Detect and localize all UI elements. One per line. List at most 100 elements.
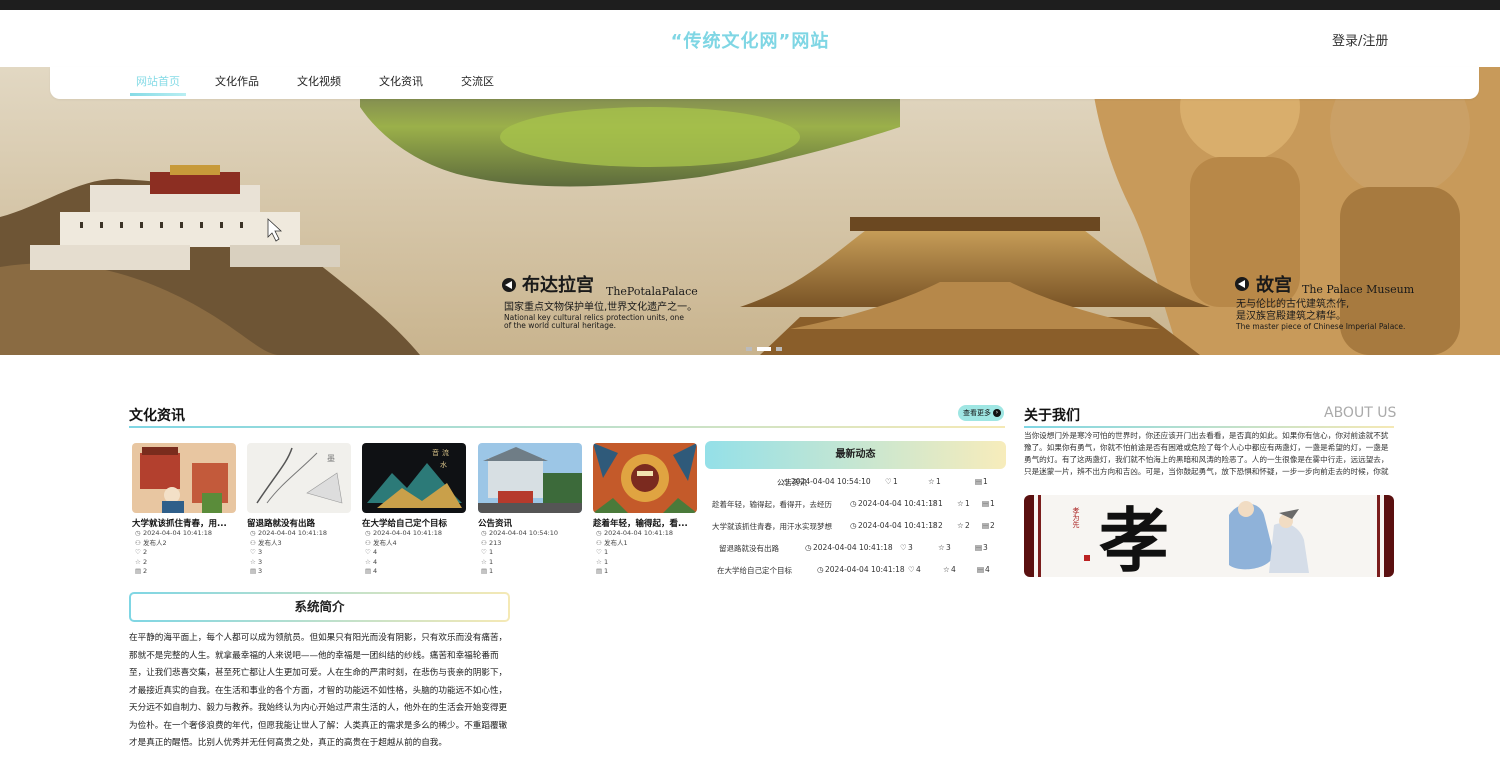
star-icon: ☆ — [250, 557, 256, 566]
about-image: 孝 孝为先 — [1024, 495, 1394, 577]
news-card[interactable]: 大学就该抓住青春，用... ◷ 2024-04-04 10:41:18 ⚇ 发布人2… — [132, 443, 236, 577]
news-card-comments: 3 — [258, 567, 263, 575]
star-icon: ☆ — [957, 499, 964, 508]
latest-row-comments: 1 — [983, 477, 988, 486]
star-icon: ☆ — [135, 557, 141, 566]
nav-news[interactable]: 文化资讯 — [379, 73, 423, 93]
thumb-up-icon: ♡ — [930, 499, 937, 508]
user-icon: ⚇ — [135, 538, 141, 547]
news-thumb: 墨 — [247, 443, 351, 513]
thumb-up-icon: ♡ — [135, 548, 141, 556]
clock-icon: ◷ — [817, 565, 824, 574]
news-card-comments: 4 — [373, 567, 378, 575]
user-icon: ⚇ — [250, 538, 256, 547]
clock-icon: ◷ — [596, 529, 602, 537]
comment-icon: ▤ — [975, 543, 983, 552]
news-card-date: 2024-04-04 10:41:18 — [258, 529, 328, 537]
news-thumb — [593, 443, 697, 513]
star-icon: ☆ — [938, 543, 945, 552]
nav-home[interactable]: 网站首页 — [130, 73, 186, 96]
latest-row[interactable]: 留退路就没有出路 ◷ 2024-04-04 10:41:18 ♡ 3 ☆ 3 ▤ 3 — [705, 543, 1006, 565]
news-card-date: 2024-04-04 10:54:10 — [489, 529, 559, 537]
nav-videos[interactable]: 文化视频 — [297, 73, 341, 93]
user-icon: ⚇ — [365, 538, 371, 547]
latest-row-title: 大学就该抓住青春，用汗水实现梦想 — [712, 522, 832, 531]
news-card[interactable]: 趁着年轻，输得起，看... ◷ 2024-04-04 10:41:18 ⚇ 发布人1… — [593, 443, 697, 577]
clock-icon: ◷ — [481, 529, 487, 537]
news-card-likes: 4 — [373, 548, 378, 556]
museum-desc-cn1: 无与伦比的古代建筑杰作, — [1236, 297, 1349, 310]
top-dark-strip — [0, 0, 1500, 10]
star-icon: ☆ — [481, 557, 487, 566]
thumb-up-icon: ♡ — [250, 548, 256, 556]
latest-row-likes: 1 — [938, 499, 943, 508]
banner-art: 布达拉宫 ThePotalaPalace 国家重点文物保护单位,世界文化遗产之一… — [0, 67, 1500, 355]
latest-row-date: 2024-04-04 10:41:18 — [858, 521, 938, 530]
svg-text:音: 音 — [432, 448, 439, 457]
news-card-collects: 4 — [373, 557, 378, 566]
news-card-comments: 1 — [604, 567, 609, 575]
news-thumb: 音流水 — [362, 443, 466, 513]
view-more-label: 查看更多 — [963, 409, 991, 417]
latest-row-likes: 2 — [938, 521, 943, 530]
news-card[interactable]: 墨 留退路就没有出路 ◷ 2024-04-04 10:41:18 ⚇ 发布人3 ♡ 3… — [247, 443, 351, 577]
nav-works[interactable]: 文化作品 — [215, 73, 259, 93]
news-thumb — [478, 443, 582, 513]
news-section-title: 文化资讯 — [129, 408, 185, 424]
latest-row[interactable]: 大学就该抓住青春，用汗水实现梦想 ◷ 2024-04-04 10:41:18 ♡ 2 ☆ 2… — [705, 521, 1006, 543]
news-thumb — [132, 443, 236, 513]
latest-row[interactable]: 在大学给自己定个目标 ◷ 2024-04-04 10:41:18 ♡ 4 ☆ 4 ▤ 4 — [705, 565, 1006, 587]
about-divider — [1024, 426, 1394, 428]
star-icon: ☆ — [943, 565, 950, 574]
latest-row-date: 2024-04-04 10:54:10 — [791, 477, 871, 486]
latest-updates-header: 最新动态 — [705, 441, 1006, 469]
hero-banner[interactable]: 布达拉宫 ThePotalaPalace 国家重点文物保护单位,世界文化遗产之一… — [0, 67, 1500, 355]
latest-row-comments: 4 — [985, 565, 990, 574]
news-card-title: 趁着年轻，输得起，看... — [593, 519, 688, 529]
site-title: “传统文化网”网站 — [670, 31, 830, 52]
museum-en: The Palace Museum — [1302, 283, 1415, 296]
nav-forum[interactable]: 交流区 — [461, 73, 494, 93]
latest-row[interactable]: 公告资讯 ◷ 2024-04-04 10:54:10 ♡ 1 ☆ 1 ▤ 1 — [705, 477, 1006, 499]
star-icon: ☆ — [365, 557, 371, 566]
news-card-author: 发布人3 — [258, 538, 282, 547]
news-card[interactable]: 公告资讯 ◷ 2024-04-04 10:54:10 ⚇ 213 ♡ 1 ☆ 1 ▤ 1 — [478, 443, 582, 577]
news-card-collects: 1 — [489, 557, 494, 566]
clock-icon: ◷ — [783, 477, 790, 486]
news-card-author: 213 — [489, 538, 502, 547]
thumb-up-icon: ♡ — [900, 543, 907, 552]
thumb-up-icon: ♡ — [365, 548, 371, 556]
potala-en: ThePotalaPalace — [606, 285, 698, 298]
svg-text:墨: 墨 — [327, 454, 335, 463]
slide-dot[interactable] — [746, 347, 752, 351]
museum-desc-cn2: 是汉族宫殿建筑之精华。 — [1236, 309, 1346, 322]
latest-row-title: 趁着年轻，输得起，看得开，去经历 — [712, 500, 832, 509]
news-card-date: 2024-04-04 10:41:18 — [373, 529, 443, 537]
news-card-comments: 1 — [489, 567, 494, 575]
potala-desc-cn: 国家重点文物保护单位,世界文化遗产之一。 — [504, 300, 697, 313]
thumb-up-icon: ♡ — [596, 548, 602, 556]
view-more-button[interactable]: 查看更多 › — [958, 405, 1004, 421]
slide-dot[interactable] — [776, 347, 782, 351]
login-register-link[interactable]: 登录/注册 — [1332, 30, 1388, 49]
clock-icon: ◷ — [135, 529, 141, 537]
news-card-likes: 1 — [489, 548, 494, 556]
news-card-title: 在大学给自己定个目标 — [362, 519, 448, 529]
news-card[interactable]: 音流水 在大学给自己定个目标 ◷ 2024-04-04 10:41:18 ⚇ 发布人… — [362, 443, 466, 577]
latest-row-title: 在大学给自己定个目标 — [717, 566, 792, 575]
intro-section-title: 系统简介 — [129, 592, 510, 622]
comment-icon: ▤ — [250, 567, 257, 575]
latest-row-date: 2024-04-04 10:41:18 — [825, 565, 905, 574]
star-icon: ☆ — [928, 477, 935, 486]
comment-icon: ▤ — [982, 499, 990, 508]
news-card-title: 大学就该抓住青春，用... — [132, 519, 227, 529]
star-icon: ☆ — [596, 557, 602, 566]
latest-row[interactable]: 趁着年轻，输得起，看得开，去经历 ◷ 2024-04-04 10:41:18 ♡ 1 ☆ 1… — [705, 499, 1006, 521]
comment-icon: ▤ — [977, 565, 985, 574]
slide-dot-active[interactable] — [757, 347, 771, 351]
comment-icon: ▤ — [365, 567, 372, 575]
news-card-author: 发布人2 — [143, 538, 167, 547]
latest-row-comments: 3 — [983, 543, 988, 552]
about-section-title: 关于我们 — [1024, 408, 1080, 424]
about-paragraph: 当你设想门外是寒冷可怕的世界时，你还应该开门出去看看，是否真的如此。如果你有信心… — [1024, 431, 1389, 476]
